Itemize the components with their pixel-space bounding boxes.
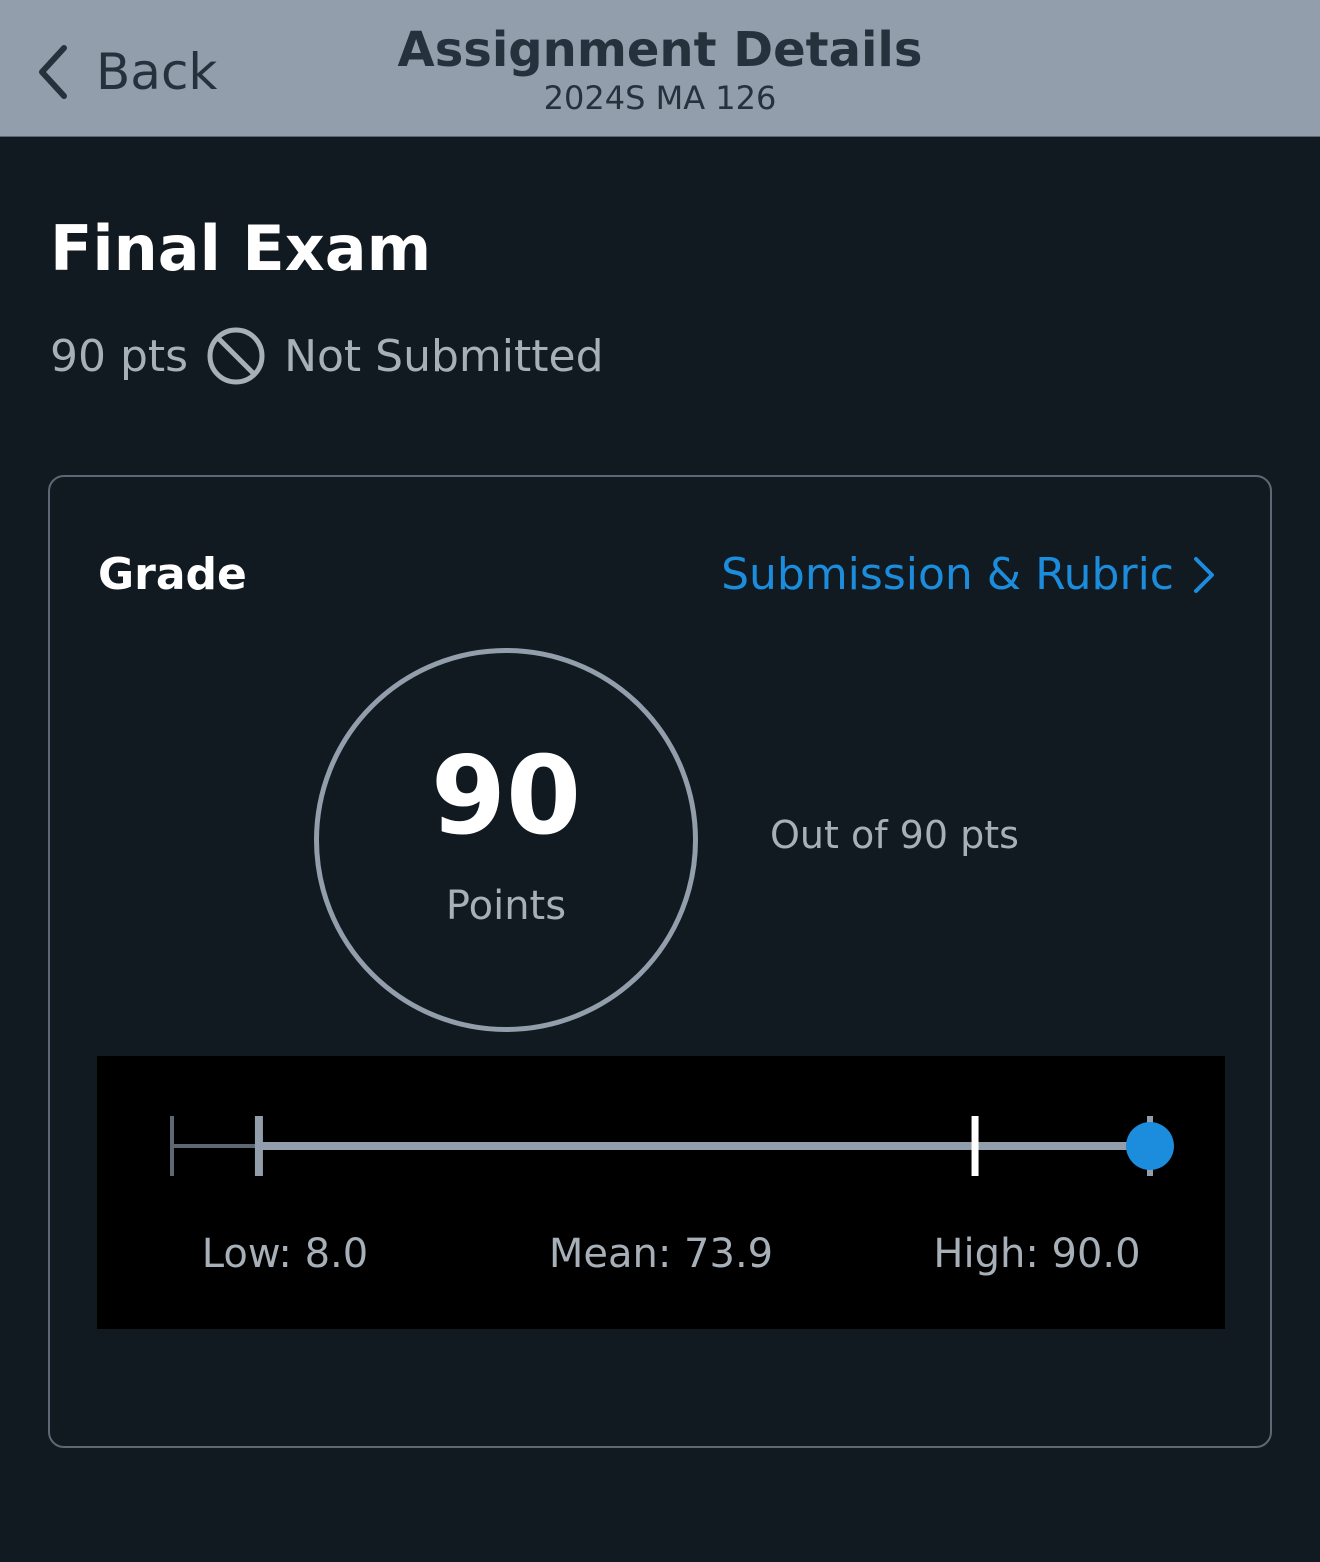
assignment-points: 90 pts xyxy=(50,330,189,382)
grade-card: Grade Submission & Rubric 90 Points Out … xyxy=(48,475,1272,1448)
assignment-meta: 90 pts Not Submitted xyxy=(50,326,604,386)
submission-rubric-label: Submission & Rubric xyxy=(721,549,1174,600)
grade-score: 90 xyxy=(430,734,582,859)
high-score-label: High: 90.0 xyxy=(933,1231,1141,1277)
assignment-title: Final Exam xyxy=(50,212,432,285)
course-code: 2024S MA 126 xyxy=(543,78,777,117)
submission-status: Not Submitted xyxy=(284,330,604,382)
mean-score-label: Mean: 73.9 xyxy=(548,1231,774,1277)
top-navigation-bar: Back Assignment Details 2024S MA 126 xyxy=(0,0,1320,137)
grade-distribution-bar xyxy=(170,1116,1174,1176)
submission-rubric-link[interactable]: Submission & Rubric xyxy=(721,549,1216,600)
chevron-right-icon xyxy=(1194,556,1214,593)
student-score-marker xyxy=(1126,1122,1174,1170)
header-title-group: Assignment Details 2024S MA 126 xyxy=(0,24,1320,117)
grade-score-unit: Points xyxy=(445,883,567,929)
grade-statistics-panel: Low: 8.0 Mean: 73.9 High: 90.0 xyxy=(97,1056,1225,1329)
low-score-label: Low: 8.0 xyxy=(201,1231,369,1277)
grade-heading: Grade xyxy=(98,549,247,600)
page-title: Assignment Details xyxy=(397,22,923,78)
no-entry-icon xyxy=(207,327,265,385)
grade-score-circle: 90 Points xyxy=(314,648,698,1032)
grade-out-of: Out of 90 pts xyxy=(770,813,1019,857)
